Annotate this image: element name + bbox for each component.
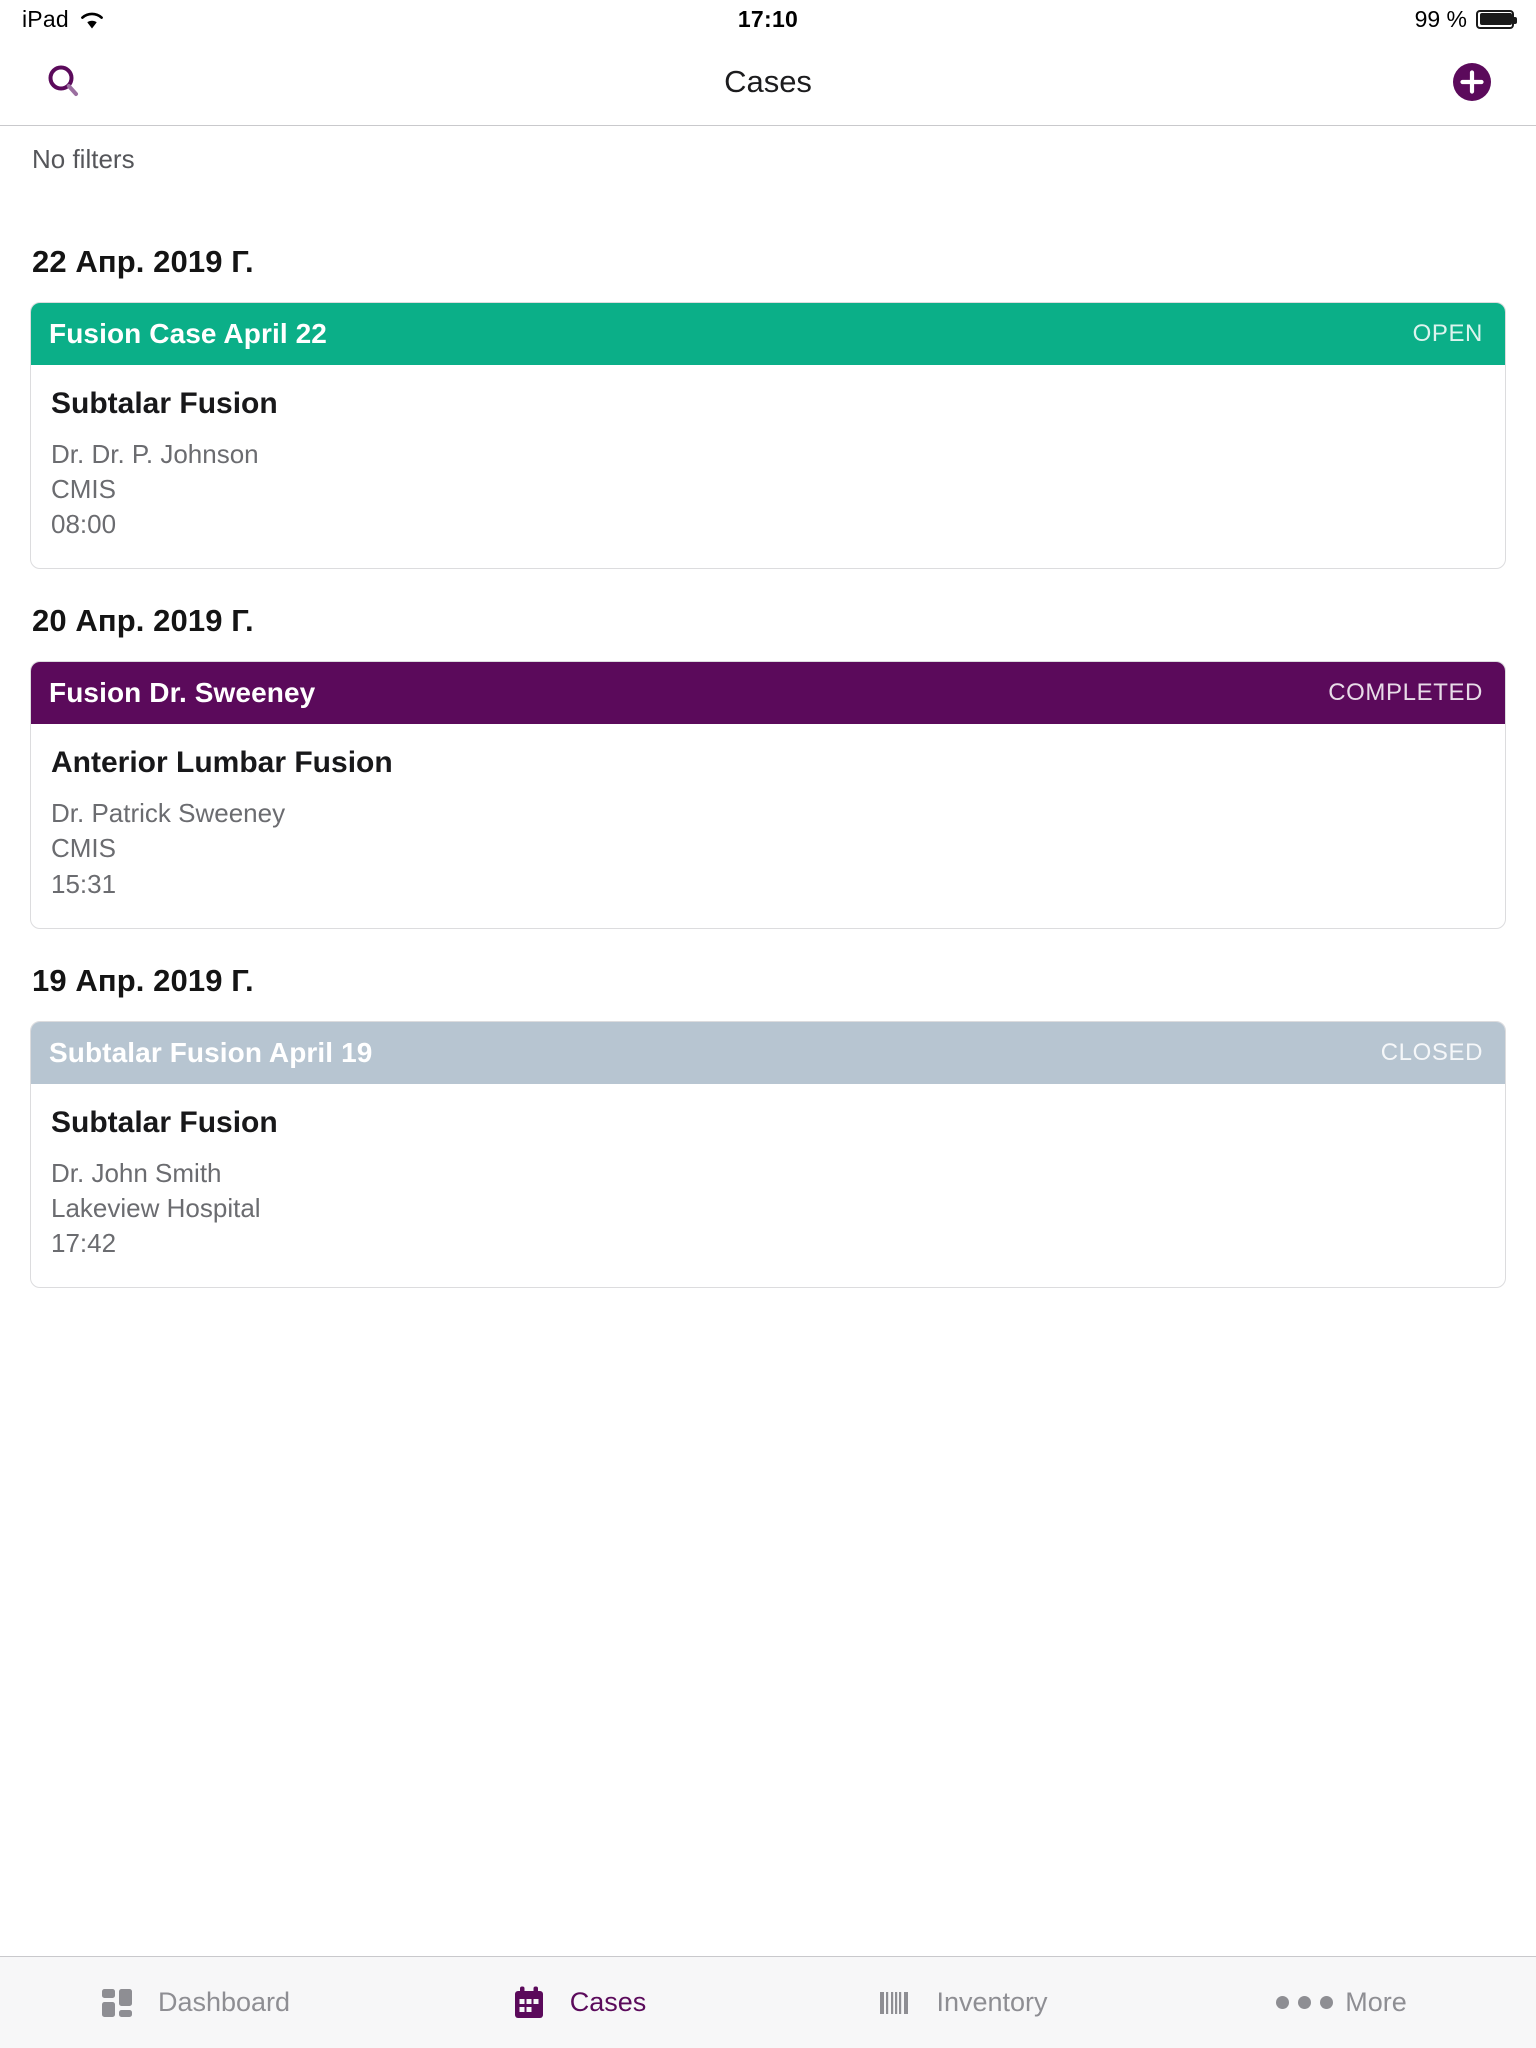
surgeon-name: Dr. John Smith [51, 1157, 222, 1188]
case-card[interactable]: Subtalar Fusion April 19 CLOSED Subtalar F… [30, 1020, 1506, 1288]
dashboard-grid-icon [94, 1980, 140, 2026]
ellipsis-icon [1275, 1980, 1333, 2026]
navigation-bar: Cases [0, 38, 1536, 126]
case-title: Fusion Dr. Sweeney [49, 677, 316, 709]
bottom-tab-bar: Dashboard Cases Inventory More [0, 1956, 1536, 2048]
facility-name: CMIS [51, 474, 116, 505]
case-meta: Dr. Dr. P. Johnson CMIS 08:00 [51, 437, 1485, 542]
date-group-header: 19 Апр. 2019 Г. [32, 962, 254, 998]
filter-bar[interactable]: No filters [0, 126, 1536, 192]
ios-status-bar: iPad 17:10 99 % [0, 0, 1536, 38]
case-card-header: Subtalar Fusion April 19 CLOSED [31, 1021, 1505, 1084]
case-time: 08:00 [51, 509, 117, 540]
case-title: Fusion Case April 22 [49, 318, 327, 349]
status-bar-left: iPad [22, 6, 105, 33]
case-title: Subtalar Fusion April 19 [49, 1036, 373, 1068]
case-card[interactable]: Fusion Case April 22 OPEN Subtalar Fusion D… [30, 302, 1506, 570]
date-group-header: 20 Апр. 2019 Г. [32, 603, 254, 639]
date-group-header: 22 Апр. 2019 Г. [32, 244, 254, 279]
status-bar-clock: 17:10 [737, 5, 799, 32]
wifi-icon [79, 9, 105, 29]
case-card-body: Anterior Lumbar Fusion Dr. Patrick Sweene… [31, 724, 1505, 927]
app-screen: iPad 17:10 99 % Cases No filters 22 Апр.… [0, 0, 1536, 2048]
tab-cases[interactable]: Cases [384, 1957, 768, 2048]
case-meta: Dr. John Smith Lakeview Hospital 17:42 [51, 1156, 1485, 1261]
procedure-name: Subtalar Fusion [51, 1105, 278, 1139]
barcode-icon [872, 1980, 918, 2026]
tab-dashboard[interactable]: Dashboard [0, 1957, 384, 2048]
case-card-header: Fusion Dr. Sweeney COMPLETED [31, 662, 1505, 725]
tab-label: Inventory [936, 1987, 1048, 2017]
search-icon[interactable] [36, 54, 92, 110]
status-badge: CLOSED [1380, 1038, 1483, 1066]
procedure-name: Anterior Lumbar Fusion [51, 746, 393, 780]
status-badge: COMPLETED [1328, 679, 1483, 707]
tab-label: Cases [569, 1987, 647, 2017]
filter-status-label: No filters [32, 143, 135, 174]
case-card-body: Subtalar Fusion Dr. John Smith Lakeview Ho… [31, 1084, 1505, 1287]
surgeon-name: Dr. Dr. P. Johnson [51, 439, 259, 469]
tab-more[interactable]: More [1152, 1957, 1536, 2048]
status-badge: OPEN [1412, 320, 1483, 347]
status-bar-right: 99 % [1414, 5, 1517, 33]
tab-inventory[interactable]: Inventory [768, 1957, 1152, 2048]
tab-label: Dashboard [157, 1987, 291, 2017]
case-time: 15:31 [51, 868, 117, 899]
battery-percent-label: 99 % [1414, 5, 1467, 32]
facility-name: Lakeview Hospital [51, 1192, 261, 1223]
surgeon-name: Dr. Patrick Sweeney [51, 798, 286, 829]
cases-list: 22 Апр. 2019 Г. Fusion Case April 22 OPEN S… [0, 192, 1536, 1956]
case-card[interactable]: Fusion Dr. Sweeney COMPLETED Anterior Lumb… [30, 661, 1506, 929]
case-card-body: Subtalar Fusion Dr. Dr. P. Johnson CMIS 08:… [31, 365, 1505, 568]
case-meta: Dr. Patrick Sweeney CMIS 15:31 [51, 796, 1485, 901]
procedure-name: Subtalar Fusion [51, 387, 278, 420]
plus-circle-icon[interactable] [1444, 54, 1500, 110]
battery-icon [1476, 9, 1517, 29]
tab-label: More [1345, 1987, 1407, 2017]
case-time: 17:42 [51, 1227, 117, 1258]
page-title: Cases [724, 63, 812, 99]
device-name-label: iPad [22, 5, 69, 32]
calendar-icon [506, 1980, 552, 2026]
case-card-header: Fusion Case April 22 OPEN [31, 303, 1505, 365]
facility-name: CMIS [51, 833, 116, 864]
